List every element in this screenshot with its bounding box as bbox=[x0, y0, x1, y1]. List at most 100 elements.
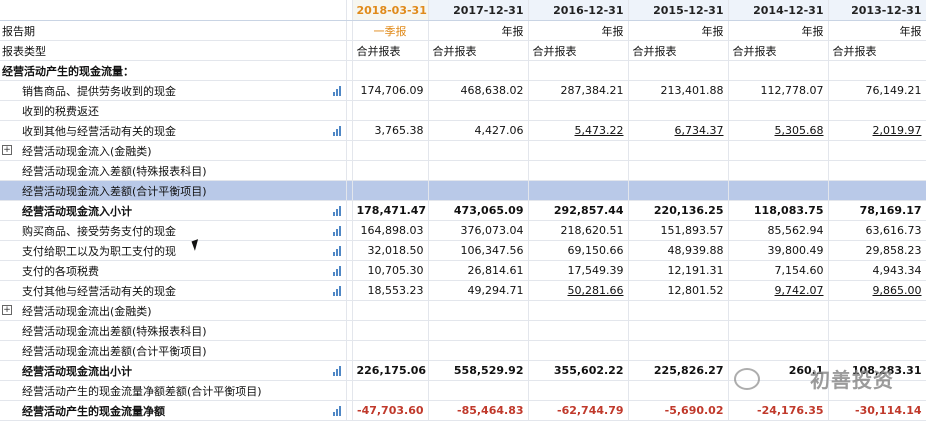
value-cell: 48,939.88 bbox=[628, 240, 729, 261]
row-label: 经营活动现金流入差额(特殊报表科目) bbox=[22, 164, 207, 178]
date-header-2015-12-31[interactable]: 2015-12-31 bbox=[628, 0, 729, 21]
value-cell bbox=[528, 380, 629, 401]
value-cell bbox=[352, 300, 429, 321]
value-cell bbox=[628, 340, 729, 361]
bar-chart-icon[interactable] bbox=[332, 366, 342, 376]
report-period-cell: 年报 bbox=[828, 20, 926, 41]
bar-chart-icon[interactable] bbox=[332, 206, 342, 216]
value-cell bbox=[352, 140, 429, 161]
value-cell: -62,744.79 bbox=[528, 400, 629, 421]
value-cell bbox=[528, 140, 629, 161]
table-row: 经营活动现金流出差额(特殊报表科目) bbox=[0, 320, 926, 341]
value-cell: 49,294.71 bbox=[428, 280, 529, 301]
value-cell: 225,826.27 bbox=[628, 360, 729, 381]
row-label-cell: + 经营活动现金流入(金融类) bbox=[0, 140, 347, 161]
value-cell[interactable]: 2,019.97 bbox=[828, 120, 926, 141]
bar-chart-icon[interactable] bbox=[332, 286, 342, 296]
section-title-row: 经营活动产生的现金流量： bbox=[0, 60, 926, 81]
value-cell[interactable]: 6,734.37 bbox=[628, 120, 729, 141]
value-cell bbox=[728, 320, 829, 341]
row-label: 支付的各项税费 bbox=[22, 264, 99, 278]
row-label: 购买商品、接受劳务支付的现金 bbox=[22, 224, 176, 238]
value-cell bbox=[828, 320, 926, 341]
row-label-cell: 经营活动现金流入差额(合计平衡项目) bbox=[0, 180, 347, 201]
wechat-icon bbox=[734, 368, 760, 390]
value-cell bbox=[428, 160, 529, 181]
table-row: 收到的税费返还 bbox=[0, 100, 926, 121]
report-type-cell: 合并报表 bbox=[352, 40, 429, 61]
value-cell bbox=[428, 300, 529, 321]
table-row: 购买商品、接受劳务支付的现金 164,898.03 376,073.04 218,62… bbox=[0, 220, 926, 241]
bar-chart-icon[interactable] bbox=[332, 246, 342, 256]
row-label: 经营活动产生的现金流量净额差额(合计平衡项目) bbox=[22, 384, 262, 398]
table-row: 销售商品、提供劳务收到的现金 174,706.09 468,638.02 287,38… bbox=[0, 80, 926, 101]
value-cell bbox=[828, 100, 926, 121]
bar-chart-icon[interactable] bbox=[332, 126, 342, 136]
value-cell bbox=[828, 340, 926, 361]
report-type-cell: 合并报表 bbox=[628, 40, 729, 61]
expand-plus-icon[interactable]: + bbox=[2, 145, 12, 155]
value-cell: 12,191.31 bbox=[628, 260, 729, 281]
report-period-cell: 年报 bbox=[628, 20, 729, 41]
table-row: 经营活动现金流入差额(特殊报表科目) bbox=[0, 160, 926, 181]
row-label-cell: 经营活动现金流出小计 bbox=[0, 360, 347, 381]
report-type-row: 报表类型 合并报表 合并报表 合并报表 合并报表 合并报表 合并报表 bbox=[0, 40, 926, 61]
value-cell bbox=[528, 320, 629, 341]
report-type-label: 报表类型 bbox=[0, 40, 347, 61]
value-cell: -47,703.60 bbox=[352, 400, 429, 421]
value-cell: 10,705.30 bbox=[352, 260, 429, 281]
value-cell bbox=[428, 140, 529, 161]
bar-chart-icon[interactable] bbox=[332, 406, 342, 416]
row-label-cell: 支付给职工以及为职工支付的现 bbox=[0, 240, 347, 261]
value-cell: -85,464.83 bbox=[428, 400, 529, 421]
table-row: 经营活动现金流出小计 226,175.06 558,529.92 355,602.22… bbox=[0, 360, 926, 381]
value-cell: 17,549.39 bbox=[528, 260, 629, 281]
value-cell[interactable]: 5,305.68 bbox=[728, 120, 829, 141]
value-cell bbox=[428, 380, 529, 401]
row-label: 销售商品、提供劳务收到的现金 bbox=[22, 84, 176, 98]
date-header-2018-03-31[interactable]: 2018-03-31 bbox=[352, 0, 429, 21]
value-cell: 32,018.50 bbox=[352, 240, 429, 261]
value-cell[interactable]: 9,742.07 bbox=[728, 280, 829, 301]
row-label-cell: 收到其他与经营活动有关的现金 bbox=[0, 120, 347, 141]
value-cell[interactable]: 50,281.66 bbox=[528, 280, 629, 301]
value-cell bbox=[728, 300, 829, 321]
date-header-2016-12-31[interactable]: 2016-12-31 bbox=[528, 0, 629, 21]
date-header-2013-12-31[interactable]: 2013-12-31 bbox=[828, 0, 926, 21]
value-cell: 18,553.23 bbox=[352, 280, 429, 301]
value-cell: 164,898.03 bbox=[352, 220, 429, 241]
bar-chart-icon[interactable] bbox=[332, 266, 342, 276]
section-title: 经营活动产生的现金流量： bbox=[0, 60, 347, 81]
value-cell bbox=[628, 100, 729, 121]
row-label-cell: 经营活动现金流出差额(合计平衡项目) bbox=[0, 340, 347, 361]
date-header-2014-12-31[interactable]: 2014-12-31 bbox=[728, 0, 829, 21]
row-label: 经营活动现金流出(金融类) bbox=[22, 304, 152, 318]
value-cell[interactable]: 9,865.00 bbox=[828, 280, 926, 301]
value-cell: 12,801.52 bbox=[628, 280, 729, 301]
report-type-cell: 合并报表 bbox=[828, 40, 926, 61]
value-cell bbox=[352, 160, 429, 181]
value-cell: 174,706.09 bbox=[352, 80, 429, 101]
row-label-cell: 支付其他与经营活动有关的现金 bbox=[0, 280, 347, 301]
value-cell bbox=[528, 100, 629, 121]
bar-chart-icon[interactable] bbox=[332, 86, 342, 96]
report-period-cell: 年报 bbox=[428, 20, 529, 41]
value-cell bbox=[528, 160, 629, 181]
row-label: 经营活动现金流出小计 bbox=[22, 364, 132, 378]
date-header-2017-12-31[interactable]: 2017-12-31 bbox=[428, 0, 529, 21]
value-cell bbox=[728, 140, 829, 161]
row-label-cell: 收到的税费返还 bbox=[0, 100, 347, 121]
value-cell: -5,690.02 bbox=[628, 400, 729, 421]
row-label: 支付给职工以及为职工支付的现 bbox=[22, 244, 176, 258]
bar-chart-icon[interactable] bbox=[332, 226, 342, 236]
value-cell bbox=[728, 160, 829, 181]
row-label: 经营活动现金流入差额(合计平衡项目) bbox=[22, 184, 207, 198]
row-label-cell: 经营活动产生的现金流量净额 bbox=[0, 400, 347, 421]
value-cell: 376,073.04 bbox=[428, 220, 529, 241]
value-cell bbox=[728, 180, 829, 201]
header-corner bbox=[0, 0, 347, 21]
cash-flow-table: 2018-03-31 2017-12-31 2016-12-31 2015-12… bbox=[0, 0, 926, 421]
value-cell[interactable]: 5,473.22 bbox=[528, 120, 629, 141]
expand-plus-icon[interactable]: + bbox=[2, 305, 12, 315]
value-cell bbox=[828, 300, 926, 321]
